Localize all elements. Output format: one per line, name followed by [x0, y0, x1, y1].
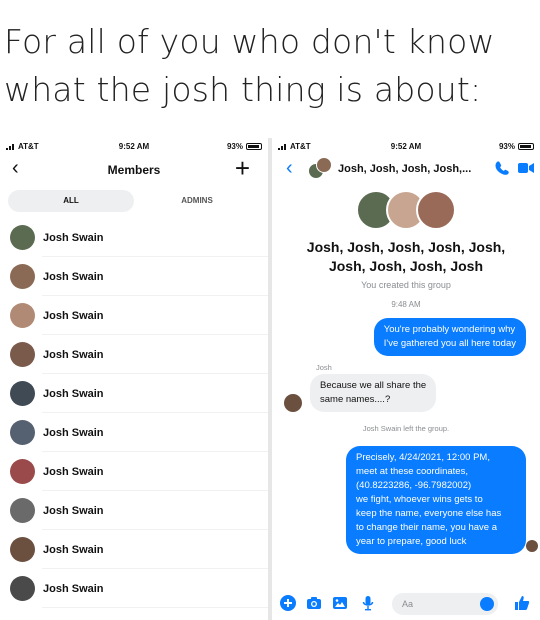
message-line: we fight, whoever wins gets to: [356, 494, 483, 505]
back-chevron-icon[interactable]: ‹: [286, 158, 293, 178]
member-name: Josh Swain: [43, 426, 104, 439]
meme-caption: For all of you who don't know what the j…: [0, 0, 540, 128]
microphone-icon[interactable]: [360, 595, 376, 611]
outgoing-message-1: You're probably wondering why I've gathe…: [373, 318, 526, 356]
member-avatar: [10, 498, 35, 523]
gallery-icon[interactable]: [332, 595, 348, 611]
message-line: meet at these coordinates,: [356, 466, 468, 477]
incoming-message: Because we all share the same names....?: [310, 374, 437, 412]
member-avatar: [10, 225, 35, 250]
member-avatar: [10, 576, 35, 601]
chat-header: ‹ Josh, Josh, Josh, Josh,...: [272, 154, 540, 184]
tab-all[interactable]: ALL: [8, 190, 134, 212]
member-avatar: [10, 537, 35, 562]
member-list: Josh Swain Josh Swain Josh Swain Josh Swain…: [0, 218, 268, 608]
camera-icon[interactable]: [306, 595, 322, 611]
member-avatar: [10, 342, 35, 367]
message-input[interactable]: Aa: [392, 593, 498, 615]
member-avatar: [10, 303, 35, 328]
group-avatar[interactable]: [308, 157, 332, 181]
message-line: keep the name, everyone else has: [356, 508, 502, 519]
add-member-plus-icon[interactable]: +: [235, 155, 250, 181]
member-name: Josh Swain: [43, 270, 104, 283]
message-line: Precisely, 4/24/2021, 12:00 PM,: [356, 452, 490, 463]
outgoing-message-2: Precisely, 4/24/2021, 12:00 PM, meet at t…: [346, 446, 526, 554]
message-line: I've gathered you all here today: [383, 338, 516, 349]
page-title: Members: [107, 163, 161, 177]
member-row[interactable]: Josh Swain: [0, 413, 268, 452]
member-avatar: [10, 264, 35, 289]
caption-line-2: what the josh thing is about:: [4, 70, 482, 109]
member-photo: [416, 190, 456, 230]
group-name-line-2: Josh, Josh, Josh, Josh: [328, 258, 484, 274]
member-avatar: [10, 420, 35, 445]
member-name: Josh Swain: [43, 504, 104, 517]
member-row[interactable]: Josh Swain: [0, 335, 268, 374]
member-row[interactable]: Josh Swain: [0, 569, 268, 608]
emoji-icon[interactable]: [480, 597, 494, 611]
message-line: You're probably wondering why: [383, 324, 516, 335]
thumbs-up-icon[interactable]: [514, 595, 530, 611]
message-line: year to prepare, good luck: [356, 536, 467, 547]
member-avatar: [10, 381, 35, 406]
member-name: Josh Swain: [43, 309, 104, 322]
group-created-note: You created this group: [361, 280, 451, 290]
battery-percent: 93%: [498, 142, 515, 151]
member-name: Josh Swain: [43, 582, 104, 595]
member-name: Josh Swain: [43, 543, 104, 556]
group-name-line-1: Josh, Josh, Josh, Josh, Josh,: [306, 239, 506, 255]
seen-receipt-avatar: [526, 540, 538, 552]
video-camera-icon[interactable]: [518, 162, 534, 174]
member-name: Josh Swain: [43, 231, 104, 244]
member-row[interactable]: Josh Swain: [0, 218, 268, 257]
sender-avatar[interactable]: [284, 394, 302, 412]
message-line: to change their name, you have a: [356, 522, 498, 533]
member-row[interactable]: Josh Swain: [0, 452, 268, 491]
nav-bar: ‹ Members +: [0, 154, 268, 184]
message-composer: Aa: [272, 584, 540, 620]
battery-indicator: 93%: [499, 142, 534, 151]
group-name: Josh, Josh, Josh, Josh, Josh, Josh, Josh…: [272, 238, 540, 276]
battery-percent: 93%: [226, 142, 243, 151]
plus-circle-icon[interactable]: [280, 595, 296, 611]
tab-admins[interactable]: ADMINS: [134, 190, 260, 212]
battery-icon: [246, 143, 262, 150]
member-filter-tabs: ALL ADMINS: [8, 190, 260, 212]
member-name: Josh Swain: [43, 387, 104, 400]
phone-icon[interactable]: [494, 160, 510, 176]
member-name: Josh Swain: [43, 465, 104, 478]
status-bar: AT&T 9:52 AM 93%: [272, 138, 540, 154]
members-screen: AT&T 9:52 AM 93% ‹ Members + ALL ADMINS …: [0, 138, 268, 620]
caption-line-1: For all of you who don't know: [4, 22, 495, 61]
member-row[interactable]: Josh Swain: [0, 296, 268, 335]
system-message: Josh Swain left the group.: [362, 424, 450, 433]
chat-title[interactable]: Josh, Josh, Josh, Josh,...: [338, 163, 471, 175]
chat-screen: AT&T 9:52 AM 93% ‹ Josh, Josh, Josh, Jos…: [272, 138, 540, 620]
message-line: (40.8223286, -96.7982002): [356, 480, 472, 491]
member-avatar: [10, 459, 35, 484]
member-row[interactable]: Josh Swain: [0, 257, 268, 296]
group-avatar-cluster: [272, 190, 540, 234]
sender-name: Josh: [316, 363, 332, 372]
member-name: Josh Swain: [43, 348, 104, 361]
message-timestamp: 9:48 AM: [391, 300, 421, 309]
message-line: Because we all share the: [320, 380, 427, 391]
member-row[interactable]: Josh Swain: [0, 374, 268, 413]
battery-icon: [518, 143, 534, 150]
member-row[interactable]: Josh Swain: [0, 491, 268, 530]
member-row[interactable]: Josh Swain: [0, 530, 268, 569]
message-line: same names....?: [320, 394, 391, 405]
battery-indicator: 93%: [227, 142, 262, 151]
message-input-placeholder: Aa: [402, 599, 414, 609]
status-bar: AT&T 9:52 AM 93%: [0, 138, 268, 154]
